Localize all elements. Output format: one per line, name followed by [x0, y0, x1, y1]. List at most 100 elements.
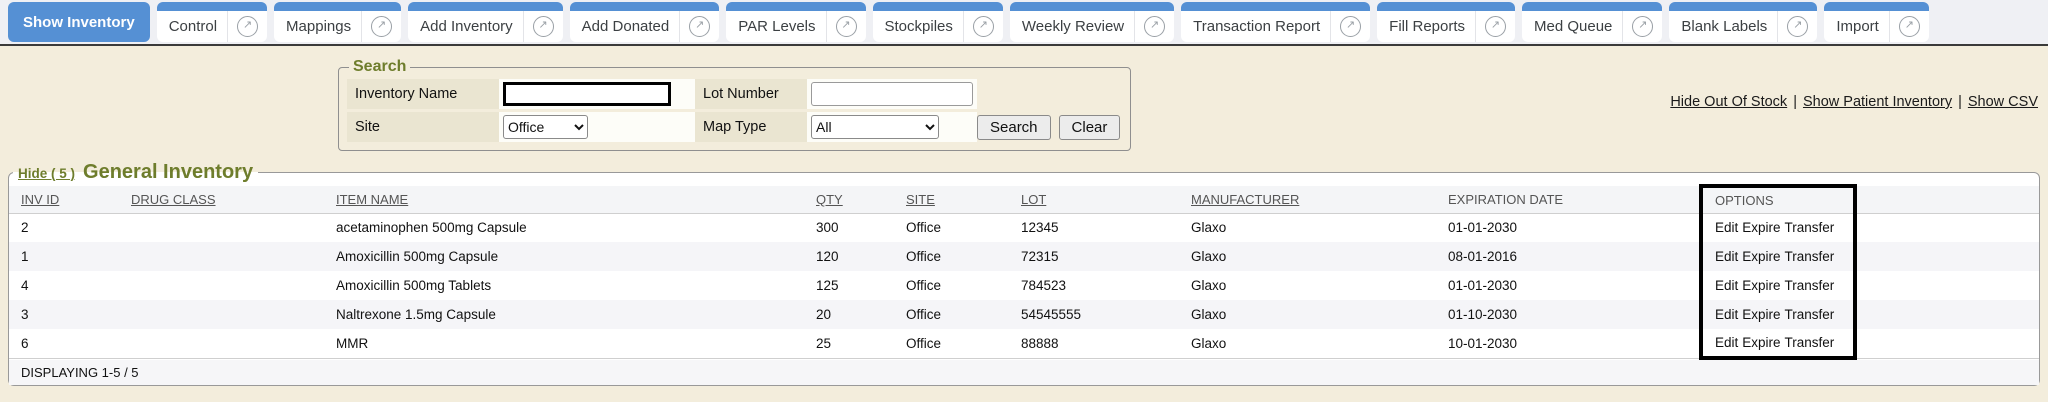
map-type-label: Map Type — [695, 112, 807, 142]
general-inventory-title: General Inventory — [83, 161, 253, 184]
expire-action[interactable]: Expire — [1742, 249, 1780, 264]
tab-mappings[interactable]: Mappings — [274, 2, 401, 42]
col-header-drug-class[interactable]: DRUG CLASS — [131, 192, 216, 207]
tab-label: Transaction Report — [1181, 11, 1330, 42]
cell-lot: 12345 — [1009, 213, 1179, 242]
external-link-icon[interactable] — [1135, 11, 1174, 42]
external-link-icon[interactable] — [228, 11, 267, 42]
inventory-row: 3 Naltrexone 1.5mg Capsule 20 Office 545… — [9, 300, 2039, 329]
col-header-inv-id[interactable]: INV ID — [21, 192, 59, 207]
external-link-icon[interactable] — [1623, 11, 1662, 42]
edit-action[interactable]: Edit — [1715, 249, 1738, 264]
cell-drug-class — [119, 300, 324, 329]
empty-column-header — [1855, 186, 2039, 213]
cell-inv-id: 3 — [9, 300, 119, 329]
search-panel-title: Search — [349, 58, 410, 76]
tab-add-inventory[interactable]: Add Inventory — [408, 2, 563, 42]
external-link-icon[interactable] — [680, 11, 719, 42]
cell-item-name: Amoxicillin 500mg Capsule — [324, 242, 804, 271]
expire-action[interactable]: Expire — [1742, 278, 1780, 293]
inventory-name-label: Inventory Name — [347, 79, 499, 109]
external-link-icon[interactable] — [1778, 11, 1817, 42]
transfer-action[interactable]: Transfer — [1785, 278, 1835, 293]
inventory-row: 4 Amoxicillin 500mg Tablets 125 Office 7… — [9, 271, 2039, 300]
map-type-select[interactable]: All — [811, 115, 939, 139]
tab-control[interactable]: Control — [157, 2, 267, 42]
expire-action[interactable]: Expire — [1742, 307, 1780, 322]
col-header-site[interactable]: SITE — [906, 192, 935, 207]
external-link-icon[interactable] — [964, 11, 1003, 42]
tab-label: Control — [157, 11, 227, 42]
edit-action[interactable]: Edit — [1715, 220, 1738, 235]
transfer-action[interactable]: Transfer — [1785, 335, 1835, 350]
cell-site: Office — [894, 300, 1009, 329]
edit-action[interactable]: Edit — [1715, 335, 1738, 350]
hide-out-of-stock-link[interactable]: Hide Out Of Stock — [1670, 94, 1787, 110]
external-link-icon[interactable] — [1476, 11, 1515, 42]
view-links: Hide Out Of Stock | Show Patient Invento… — [1131, 52, 2038, 110]
pagination-row: DISPLAYING 1-5 / 5 — [9, 358, 2039, 385]
cell-lot: 54545555 — [1009, 300, 1179, 329]
cell-inv-id: 2 — [9, 213, 119, 242]
tab-cap — [1181, 2, 1370, 11]
edit-action[interactable]: Edit — [1715, 307, 1738, 322]
tab-cap — [274, 2, 401, 11]
tab-blank-labels[interactable]: Blank Labels — [1669, 2, 1817, 42]
cell-site: Office — [894, 329, 1009, 358]
tab-show-inventory[interactable]: Show Inventory — [8, 2, 150, 42]
hide-count-link[interactable]: Hide ( 5 ) — [18, 166, 75, 181]
cell-manufacturer: Glaxo — [1179, 242, 1436, 271]
expire-action[interactable]: Expire — [1742, 220, 1780, 235]
cell-qty: 300 — [804, 213, 894, 242]
clear-button[interactable]: Clear — [1059, 115, 1121, 140]
cell-site: Office — [894, 271, 1009, 300]
tab-label: Med Queue — [1522, 11, 1622, 42]
show-patient-inventory-link[interactable]: Show Patient Inventory — [1803, 94, 1952, 110]
tab-label: Stockpiles — [873, 11, 963, 42]
col-header-qty[interactable]: QTY — [816, 192, 843, 207]
tab-fill-reports[interactable]: Fill Reports — [1377, 2, 1515, 42]
cell-site: Office — [894, 213, 1009, 242]
spacer — [977, 79, 1122, 109]
tab-stockpiles[interactable]: Stockpiles — [873, 2, 1003, 42]
transfer-action[interactable]: Transfer — [1785, 220, 1835, 235]
show-csv-link[interactable]: Show CSV — [1968, 94, 2038, 110]
cell-manufacturer: Glaxo — [1179, 271, 1436, 300]
external-link-icon[interactable] — [1890, 11, 1929, 42]
lot-number-input[interactable] — [811, 82, 973, 106]
tab-label: Blank Labels — [1669, 11, 1777, 42]
cell-expiration-date: 01-01-2030 — [1436, 213, 1701, 242]
external-link-icon[interactable] — [1331, 11, 1370, 42]
tab-cap — [1824, 2, 1929, 11]
transfer-action[interactable]: Transfer — [1785, 307, 1835, 322]
col-header-manufacturer[interactable]: MANUFACTURER — [1191, 192, 1299, 207]
tab-cap — [1669, 2, 1817, 11]
external-link-icon[interactable] — [362, 11, 401, 42]
empty-cell — [1855, 300, 2039, 329]
tab-cap — [1377, 2, 1515, 11]
tab-cap — [873, 2, 1003, 11]
tab-add-donated[interactable]: Add Donated — [570, 2, 720, 42]
link-separator: | — [1958, 94, 1962, 110]
tab-transaction-report[interactable]: Transaction Report — [1181, 2, 1370, 42]
external-link-icon[interactable] — [827, 11, 866, 42]
tab-import[interactable]: Import — [1824, 2, 1929, 42]
cell-drug-class — [119, 271, 324, 300]
col-header-lot[interactable]: LOT — [1021, 192, 1046, 207]
site-label: Site — [347, 112, 499, 142]
tab-weekly-review[interactable]: Weekly Review — [1010, 2, 1174, 42]
expire-action[interactable]: Expire — [1742, 335, 1780, 350]
col-header-item-name[interactable]: ITEM NAME — [336, 192, 408, 207]
inventory-name-input[interactable] — [503, 82, 671, 106]
edit-action[interactable]: Edit — [1715, 278, 1738, 293]
cell-item-name: MMR — [324, 329, 804, 358]
displaying-status: DISPLAYING 1-5 / 5 — [9, 358, 2039, 385]
tab-med-queue[interactable]: Med Queue — [1522, 2, 1662, 42]
tab-par-levels[interactable]: PAR Levels — [726, 2, 865, 42]
external-link-icon[interactable] — [524, 11, 563, 42]
tab-cap — [726, 2, 865, 11]
site-select[interactable]: Office — [503, 115, 588, 139]
tab-label: Import — [1824, 11, 1889, 42]
search-button[interactable]: Search — [977, 115, 1051, 140]
transfer-action[interactable]: Transfer — [1785, 249, 1835, 264]
